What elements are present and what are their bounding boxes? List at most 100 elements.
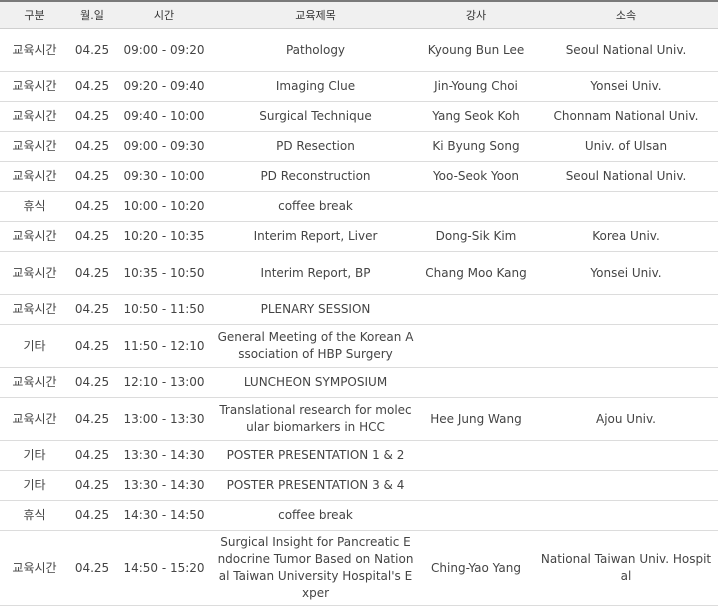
table-row: 교육시간 04.25 10:20 - 10:35 Interim Report, Li…: [0, 221, 718, 252]
table-row: 교육시간 04.25 12:10 - 13:00 LUNCHEON SYMPOSIUM: [0, 367, 718, 398]
cell-time: 13:30 - 14:30: [115, 440, 213, 471]
cell-date: 04.25: [69, 324, 115, 368]
cell-title: General Meeting of the Korean Associatio…: [213, 324, 418, 368]
cell-title: Translational research for molecular bio…: [213, 397, 418, 441]
table-row: 교육시간 04.25 10:35 - 10:50 Interim Report, BP…: [0, 251, 718, 295]
cell-date: 04.25: [69, 131, 115, 162]
cell-affiliation: [534, 324, 718, 368]
table-row: 교육시간 04.25 13:00 - 13:30 Translational rese…: [0, 397, 718, 441]
cell-category: 기타: [0, 324, 69, 368]
cell-time: 12:10 - 13:00: [115, 367, 213, 398]
cell-date: 04.25: [69, 500, 115, 531]
cell-time: 14:30 - 14:50: [115, 500, 213, 531]
cell-title: Imaging Clue: [213, 71, 418, 102]
table-row: 교육시간 04.25 09:20 - 09:40 Imaging Clue Jin-Yo…: [0, 71, 718, 102]
cell-time: 13:30 - 14:30: [115, 470, 213, 501]
header-title: 교육제목: [213, 1, 418, 29]
cell-time: 09:00 - 09:30: [115, 131, 213, 162]
cell-date: 04.25: [69, 28, 115, 72]
cell-affiliation: Yonsei Univ.: [534, 251, 718, 295]
cell-date: 04.25: [69, 470, 115, 501]
cell-time: 09:40 - 10:00: [115, 101, 213, 132]
cell-category: 교육시간: [0, 251, 69, 295]
cell-title: coffee break: [213, 500, 418, 531]
cell-speaker: [418, 500, 534, 531]
cell-affiliation: Ajou Univ.: [534, 397, 718, 441]
cell-speaker: [418, 294, 534, 325]
cell-time: 10:20 - 10:35: [115, 221, 213, 252]
cell-date: 04.25: [69, 191, 115, 222]
cell-affiliation: Univ. of Ulsan: [534, 131, 718, 162]
cell-speaker: Ki Byung Song: [418, 131, 534, 162]
cell-title: POSTER PRESENTATION 1 & 2: [213, 440, 418, 471]
table-row: 교육시간 04.25 14:50 - 15:20 Surgical Insight f…: [0, 530, 718, 606]
cell-affiliation: [534, 440, 718, 471]
cell-category: 휴식: [0, 191, 69, 222]
cell-date: 04.25: [69, 101, 115, 132]
cell-time: 09:30 - 10:00: [115, 161, 213, 192]
table-row: 기타 04.25 13:30 - 14:30 POSTER PRESENTATION …: [0, 470, 718, 501]
cell-category: 교육시간: [0, 530, 69, 606]
cell-time: 09:20 - 09:40: [115, 71, 213, 102]
cell-title: LUNCHEON SYMPOSIUM: [213, 367, 418, 398]
cell-date: 04.25: [69, 440, 115, 471]
cell-affiliation: [534, 191, 718, 222]
cell-speaker: Yoo-Seok Yoon: [418, 161, 534, 192]
table-body: 교육시간 04.25 09:00 - 09:20 Pathology Kyoung Bu…: [0, 28, 718, 606]
cell-date: 04.25: [69, 251, 115, 295]
cell-date: 04.25: [69, 294, 115, 325]
cell-time: 13:00 - 13:30: [115, 397, 213, 441]
table-row: 기타 04.25 11:50 - 12:10 General Meeting of t…: [0, 324, 718, 368]
cell-affiliation: National Taiwan Univ. Hospital: [534, 530, 718, 606]
cell-category: 기타: [0, 440, 69, 471]
header-speaker: 강사: [418, 1, 534, 29]
cell-speaker: Dong-Sik Kim: [418, 221, 534, 252]
cell-title: Interim Report, BP: [213, 251, 418, 295]
cell-speaker: [418, 191, 534, 222]
schedule-table: 구분 월.일 시간 교육제목 강사 소속 교육시간 04.25 09:00 - 09…: [0, 0, 718, 606]
cell-affiliation: Korea Univ.: [534, 221, 718, 252]
cell-affiliation: Seoul National Univ.: [534, 161, 718, 192]
cell-title: Pathology: [213, 28, 418, 72]
cell-category: 교육시간: [0, 71, 69, 102]
cell-affiliation: [534, 500, 718, 531]
header-category: 구분: [0, 1, 69, 29]
cell-category: 교육시간: [0, 28, 69, 72]
cell-affiliation: [534, 470, 718, 501]
table-row: 휴식 04.25 10:00 - 10:20 coffee break: [0, 191, 718, 222]
cell-title: PLENARY SESSION: [213, 294, 418, 325]
cell-speaker: Kyoung Bun Lee: [418, 28, 534, 72]
table-row: 교육시간 04.25 09:00 - 09:20 Pathology Kyoung Bu…: [0, 28, 718, 72]
cell-category: 교육시간: [0, 131, 69, 162]
cell-category: 교육시간: [0, 161, 69, 192]
table-header: 구분 월.일 시간 교육제목 강사 소속: [0, 1, 718, 29]
table-row: 교육시간 04.25 09:00 - 09:30 PD Resection Ki Byu…: [0, 131, 718, 162]
cell-affiliation: Seoul National Univ.: [534, 28, 718, 72]
cell-time: 09:00 - 09:20: [115, 28, 213, 72]
header-affiliation: 소속: [534, 1, 718, 29]
cell-title: coffee break: [213, 191, 418, 222]
cell-title: Surgical Insight for Pancreatic Endocrin…: [213, 530, 418, 606]
cell-date: 04.25: [69, 161, 115, 192]
header-time: 시간: [115, 1, 213, 29]
cell-affiliation: Yonsei Univ.: [534, 71, 718, 102]
cell-affiliation: Chonnam National Univ.: [534, 101, 718, 132]
table-row: 교육시간 04.25 09:30 - 10:00 PD Reconstruction Y…: [0, 161, 718, 192]
cell-speaker: [418, 440, 534, 471]
table-row: 교육시간 04.25 10:50 - 11:50 PLENARY SESSION: [0, 294, 718, 325]
cell-title: Interim Report, Liver: [213, 221, 418, 252]
cell-speaker: [418, 324, 534, 368]
table-row: 기타 04.25 13:30 - 14:30 POSTER PRESENTATION …: [0, 440, 718, 471]
cell-affiliation: [534, 294, 718, 325]
header-date: 월.일: [69, 1, 115, 29]
cell-category: 교육시간: [0, 294, 69, 325]
cell-speaker: Ching-Yao Yang: [418, 530, 534, 606]
cell-time: 10:00 - 10:20: [115, 191, 213, 222]
cell-title: POSTER PRESENTATION 3 & 4: [213, 470, 418, 501]
cell-speaker: Yang Seok Koh: [418, 101, 534, 132]
cell-date: 04.25: [69, 530, 115, 606]
table-row: 휴식 04.25 14:30 - 14:50 coffee break: [0, 500, 718, 531]
cell-date: 04.25: [69, 71, 115, 102]
cell-time: 11:50 - 12:10: [115, 324, 213, 368]
cell-time: 14:50 - 15:20: [115, 530, 213, 606]
